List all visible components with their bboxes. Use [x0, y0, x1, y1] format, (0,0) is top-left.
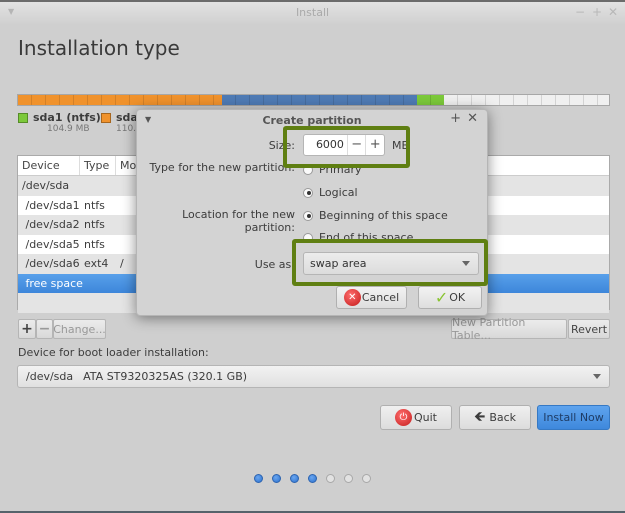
cell-mount: /	[120, 257, 124, 271]
progress-dots	[254, 474, 371, 483]
partition-segment-sda1	[416, 95, 444, 105]
radio-button[interactable]	[303, 232, 313, 243]
boot-loader-label: Device for boot loader installation:	[18, 346, 209, 359]
radio-button[interactable]	[303, 210, 313, 221]
radio-beginning[interactable]: Beginning of this space	[303, 209, 448, 222]
revert-button[interactable]: Revert	[568, 319, 610, 339]
window-title: Install	[295, 6, 330, 19]
window-titlebar: ▼ Install − + ✕	[0, 0, 625, 24]
radio-label: End of this space	[319, 231, 414, 244]
decrement-button[interactable]: −	[346, 135, 366, 155]
cell-device: /dev/sda6	[22, 257, 80, 271]
legend-item-sda2: sda 110.	[101, 111, 138, 134]
ok-button[interactable]: ✓ OK	[418, 286, 482, 309]
progress-dot	[272, 474, 281, 483]
use-as-select[interactable]: swap area	[303, 252, 479, 275]
close-icon[interactable]: ✕	[608, 5, 618, 19]
page-title: Installation type	[18, 36, 180, 60]
legend-swatch	[18, 113, 28, 123]
legend-swatch	[101, 113, 111, 123]
ok-label: OK	[449, 291, 466, 304]
checkmark-icon: ✓	[434, 288, 449, 307]
radio-end[interactable]: End of this space	[303, 231, 413, 244]
boot-device: /dev/sda	[26, 370, 74, 383]
maximize-icon[interactable]: +	[450, 111, 461, 126]
column-header-device[interactable]: Device	[18, 156, 80, 175]
back-button[interactable]: 🡸 Back	[459, 405, 531, 430]
cancel-button[interactable]: ✕ Cancel	[336, 286, 407, 309]
progress-dot	[308, 474, 317, 483]
create-partition-dialog: ▼ Create partition + ✕ Size: 6000 − + MB…	[136, 109, 488, 316]
partition-segment-free	[443, 95, 609, 105]
size-input[interactable]: 6000	[304, 135, 347, 155]
progress-dot	[254, 474, 263, 483]
cell-type: ext4	[84, 257, 109, 271]
cell-device: free space	[22, 276, 83, 290]
legend-label: sda1 (ntfs)	[33, 111, 101, 124]
radio-primary[interactable]: Primary	[303, 163, 362, 176]
dialog-title: Create partition	[262, 114, 362, 127]
cell-type: ntfs	[84, 218, 105, 232]
cell-device: /dev/sda	[22, 179, 70, 193]
partition-segment-sda5	[221, 95, 417, 105]
close-icon[interactable]: ✕	[467, 111, 478, 126]
legend-item-sda1: sda1 (ntfs) 104.9 MB	[18, 111, 101, 134]
radio-label: Logical	[319, 186, 358, 199]
progress-dot	[362, 474, 371, 483]
remove-partition-button[interactable]: −	[36, 319, 53, 339]
legend-label: sda	[116, 111, 138, 124]
radio-button[interactable]	[303, 187, 313, 198]
cell-device: /dev/sda5	[22, 237, 80, 251]
column-header-type[interactable]: Type	[80, 156, 116, 175]
radio-label: Primary	[319, 163, 362, 176]
radio-label: Beginning of this space	[319, 209, 448, 222]
back-label: Back	[489, 411, 517, 424]
use-as-value: swap area	[310, 257, 367, 270]
size-label: Size:	[268, 139, 295, 152]
chevron-down-icon	[593, 374, 601, 379]
arrow-left-icon: 🡸	[473, 408, 486, 425]
partition-bar	[17, 94, 610, 106]
boot-device-description: ATA ST9320325AS (320.1 GB)	[83, 370, 248, 383]
minimize-icon[interactable]: −	[575, 5, 585, 19]
radio-button[interactable]	[303, 164, 313, 175]
progress-dot	[290, 474, 299, 483]
boot-loader-select[interactable]: /dev/sda ATA ST9320325AS (320.1 GB)	[17, 365, 610, 388]
change-partition-button[interactable]: Change...	[53, 319, 106, 339]
quit-label: Quit	[414, 411, 437, 424]
maximize-icon[interactable]: +	[592, 5, 602, 19]
progress-dot	[344, 474, 353, 483]
partition-segment-sda2	[18, 95, 222, 105]
chevron-down-icon	[462, 261, 470, 266]
progress-dot	[326, 474, 335, 483]
cancel-label: Cancel	[361, 291, 400, 304]
power-icon: ⏻	[395, 409, 412, 426]
cell-type: ntfs	[84, 237, 105, 251]
cancel-icon: ✕	[343, 289, 361, 306]
install-now-button[interactable]: Install Now	[537, 405, 610, 430]
size-unit: MB	[392, 139, 410, 152]
new-partition-table-button[interactable]: New Partition Table...	[451, 316, 567, 342]
cell-device: /dev/sda2	[22, 218, 80, 232]
cell-type: ntfs	[84, 198, 105, 212]
size-spinner[interactable]: 6000 − +	[303, 134, 385, 156]
radio-logical[interactable]: Logical	[303, 186, 358, 199]
legend-size: 110.	[116, 124, 137, 134]
legend-size: 104.9 MB	[47, 124, 90, 134]
cell-device: /dev/sda1	[22, 198, 80, 212]
type-label: Type for the new partition:	[149, 161, 295, 174]
quit-button[interactable]: ⏻ Quit	[380, 405, 452, 430]
add-partition-button[interactable]: +	[18, 319, 36, 339]
location-label: Location for the new partition:	[182, 208, 295, 234]
use-as-label: Use as:	[254, 258, 295, 271]
increment-button[interactable]: +	[365, 135, 384, 155]
